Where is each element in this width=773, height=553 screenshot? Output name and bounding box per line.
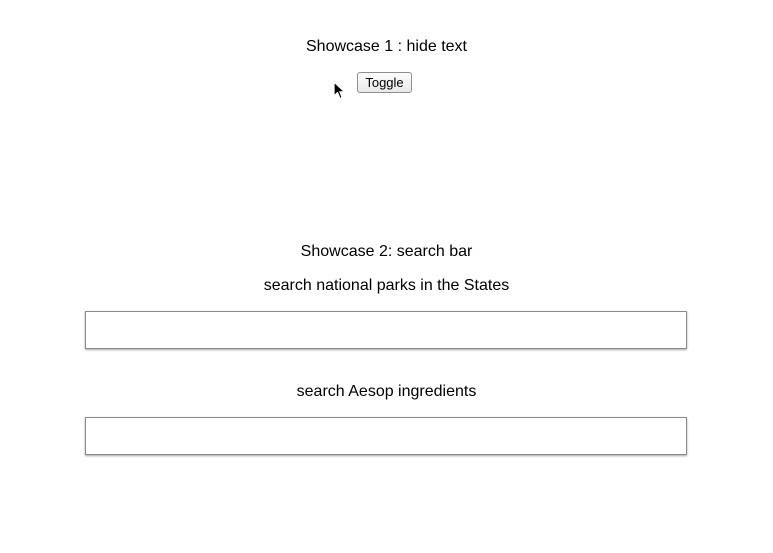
parks-search-label: search national parks in the States <box>263 277 510 294</box>
showcase1-title: Showcase 1 : hide text <box>306 38 467 55</box>
showcase2-title: Showcase 2: search bar <box>300 243 473 260</box>
arrow-pointer-icon <box>333 81 346 100</box>
aesop-search-label: search Aesop ingredients <box>296 383 477 400</box>
parks-search-input[interactable] <box>85 311 687 349</box>
aesop-search-input[interactable] <box>85 417 687 455</box>
toggle-button[interactable]: Toggle <box>357 72 412 93</box>
